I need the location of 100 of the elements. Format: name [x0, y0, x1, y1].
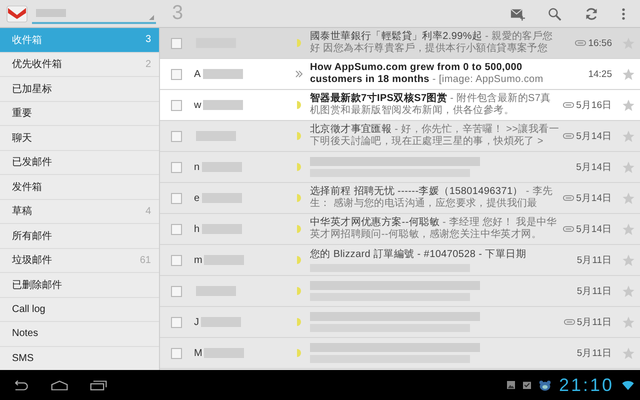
- checkbox[interactable]: [171, 38, 182, 48]
- sender-initial: J: [194, 316, 199, 328]
- sender-initial: M: [194, 348, 202, 358]
- message-date: 5月14日: [576, 160, 612, 174]
- recent-apps-icon[interactable]: [90, 380, 107, 390]
- folder-label: 重要: [12, 106, 32, 120]
- message-subject: 北京徵才事宜匯報 - 好，你先忙，辛苦囉！ >>讓我看一下明後天討論吧，現在正處理三星的事，快煩死了 >: [310, 124, 560, 148]
- star-icon[interactable]: [622, 222, 635, 236]
- unread-count: 3: [172, 2, 184, 25]
- refresh-icon[interactable]: [584, 6, 599, 20]
- message-date: 16:56: [588, 38, 612, 48]
- folder-label: 已删除邮件: [12, 278, 62, 292]
- folder-item[interactable]: Call log: [0, 298, 159, 322]
- star-icon[interactable]: [622, 130, 635, 142]
- sender-initial: e: [194, 192, 200, 204]
- folder-label: 草稿: [12, 204, 32, 218]
- picture-icon: [506, 381, 515, 389]
- folder-item[interactable]: 已发邮件: [0, 150, 159, 175]
- importance-marker-icon[interactable]: [294, 100, 304, 110]
- checkbox[interactable]: [171, 254, 182, 266]
- folder-item[interactable]: 发件箱: [0, 175, 159, 200]
- folder-item[interactable]: 已删除邮件: [0, 273, 159, 298]
- checkbox[interactable]: [171, 68, 182, 80]
- message-subject: 中华英才网优惠方案--何聪敏 - 李经理 您好！ 我是中华英才网招聘顾问--何聪敏，感谢您关注中华英才网。: [310, 217, 558, 241]
- folder-label: 聊天: [12, 132, 32, 145]
- star-icon[interactable]: [622, 68, 635, 80]
- sender-initial: m: [194, 254, 202, 266]
- folder-item[interactable]: 已加星标: [0, 77, 159, 102]
- folder-label: Call log: [12, 304, 46, 315]
- message-date: 5月11日: [576, 346, 612, 360]
- message-row[interactable]: 北京徵才事宜匯報 - 好，你先忙，辛苦囉！ >>讓我看一下明後天討論吧，現在正處理三星的事，快煩死了 > 5月14日: [160, 121, 640, 152]
- paperclip-icon: [563, 226, 574, 232]
- folder-item[interactable]: 草稿 4: [0, 200, 159, 224]
- blurred-text: [202, 162, 242, 172]
- wifi-icon: [622, 380, 634, 390]
- folder-item[interactable]: Notes: [0, 322, 159, 346]
- importance-marker-icon[interactable]: [294, 131, 304, 141]
- search-icon[interactable]: [547, 6, 562, 20]
- folder-count: 2: [145, 58, 151, 70]
- paperclip-icon: [563, 102, 574, 108]
- bear-icon: [538, 380, 551, 390]
- checkbox[interactable]: [171, 162, 182, 172]
- folder-count: 4: [145, 206, 151, 217]
- importance-marker-icon[interactable]: [294, 317, 304, 327]
- importance-marker-icon[interactable]: [294, 162, 304, 172]
- importance-marker-icon[interactable]: [294, 224, 304, 234]
- star-icon[interactable]: [622, 160, 635, 174]
- star-icon[interactable]: [622, 98, 635, 112]
- star-icon[interactable]: [622, 316, 635, 328]
- clock-time: 21:10: [558, 374, 614, 396]
- folder-item[interactable]: 优先收件箱 2: [0, 52, 159, 77]
- folder-count: 3: [145, 34, 151, 46]
- checkbox[interactable]: [171, 316, 182, 328]
- gmail-logo-icon: [6, 4, 28, 22]
- folder-label: 已加星标: [12, 82, 52, 96]
- folder-label: Notes: [12, 328, 38, 340]
- message-subject: 选择前程 招聘无忧 ------李媛（15801496371） - 李先生： 感谢与您的电话沟通，应您要求，提供我们最: [310, 186, 554, 210]
- message-date: 5月16日: [576, 98, 612, 112]
- checkbox[interactable]: [171, 286, 182, 296]
- message-row[interactable]: w 智器最新款7寸IPS双核S7图赏 - 附件包含最新的S7真机图赏和最新版智阅发布新闻，供各位參考。 5月16日: [160, 90, 640, 121]
- importance-marker-icon[interactable]: [294, 255, 304, 265]
- checkbox[interactable]: [171, 130, 182, 142]
- star-icon[interactable]: [622, 346, 635, 360]
- folder-item[interactable]: 聊天: [0, 126, 159, 150]
- message-date: 14:25: [588, 68, 612, 80]
- paperclip-icon: [563, 195, 574, 201]
- star-icon[interactable]: [622, 284, 635, 298]
- folder-item[interactable]: 垃圾邮件 61: [0, 248, 159, 273]
- checkbox[interactable]: [171, 224, 182, 234]
- message-row[interactable]: 國泰世華銀行「輕鬆貸」利率2.99%起 - 親愛的客戶您好 因您為本行尊貴客戶，提供本行小額信貸專案予您 16:56: [160, 28, 640, 59]
- message-row[interactable]: h 中华英才网优惠方案--何聪敏 - 李经理 您好！ 我是中华英才网招聘顾问--何聪敏，感谢您关注中华英才网。 5月14日: [160, 214, 640, 245]
- importance-marker-icon[interactable]: [294, 348, 304, 358]
- home-icon[interactable]: [51, 380, 68, 390]
- importance-marker-icon[interactable]: [294, 38, 304, 48]
- checkbox[interactable]: [171, 348, 182, 358]
- star-icon[interactable]: [622, 192, 635, 204]
- blurred-text: [204, 255, 244, 265]
- message-row[interactable]: A How AppSumo.com grew from 0 to 500,000 customers in 18 months - [image: AppSumo.com 14:25: [160, 59, 640, 90]
- folder-label: 优先收件箱: [12, 58, 62, 72]
- checkbox[interactable]: [171, 192, 182, 204]
- blurred-text: [202, 193, 242, 203]
- chevrons-icon[interactable]: [294, 69, 304, 79]
- back-icon[interactable]: [12, 380, 29, 390]
- checkbox[interactable]: [171, 100, 182, 110]
- blurred-text: [203, 100, 244, 110]
- compose-icon[interactable]: [510, 6, 525, 20]
- message-row[interactable]: e 选择前程 招聘无忧 ------李媛（15801496371） - 李先生： 感谢与您的电话沟通，应您要求，提供我们最 5月14日: [160, 183, 640, 214]
- clipboard-check-icon: [522, 381, 531, 389]
- folder-count: 61: [140, 254, 151, 266]
- importance-marker-icon[interactable]: [294, 193, 304, 203]
- message-date: 5月14日: [576, 222, 612, 236]
- message-date: 5月11日: [576, 316, 612, 328]
- importance-marker-icon[interactable]: [294, 286, 304, 296]
- overflow-menu-icon[interactable]: [621, 6, 626, 20]
- folder-item[interactable]: 重要: [0, 102, 159, 126]
- blurred-text: [196, 286, 236, 296]
- folder-item[interactable]: 所有邮件: [0, 224, 159, 248]
- star-icon[interactable]: [622, 254, 635, 266]
- blurred-text: [202, 69, 243, 79]
- folder-label: SMS: [12, 352, 34, 364]
